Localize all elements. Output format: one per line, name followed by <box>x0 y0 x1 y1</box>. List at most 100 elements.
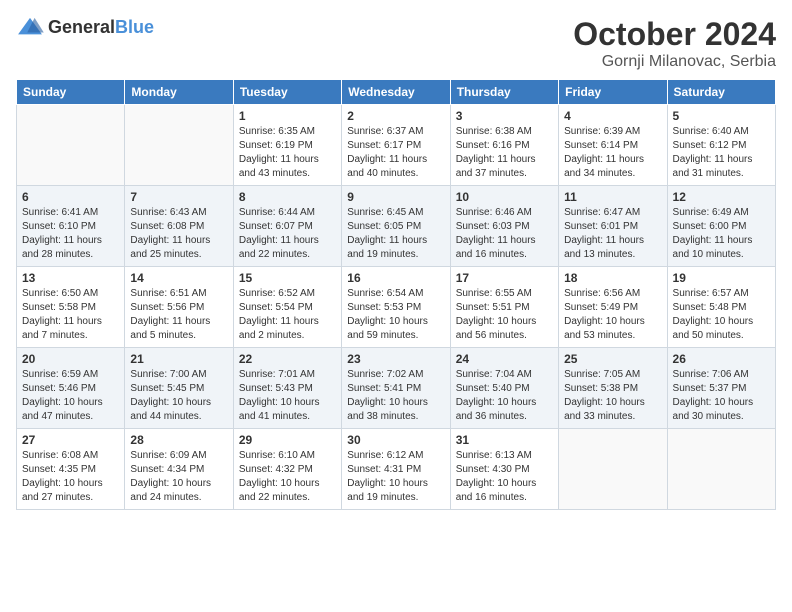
day-number: 6 <box>22 190 119 204</box>
day-content: Sunrise: 6:59 AMSunset: 5:46 PMDaylight:… <box>22 368 119 424</box>
day-content: Sunrise: 6:43 AMSunset: 6:08 PMDaylight:… <box>130 206 227 262</box>
day-number: 13 <box>22 271 119 285</box>
calendar-day-cell: 9 Sunrise: 6:45 AMSunset: 6:05 PMDaylight… <box>342 186 450 267</box>
calendar-day-cell: 23 Sunrise: 7:02 AMSunset: 5:41 PMDayligh… <box>342 348 450 429</box>
calendar-day-cell: 1 Sunrise: 6:35 AMSunset: 6:19 PMDaylight… <box>233 105 341 186</box>
day-number: 29 <box>239 433 336 447</box>
day-number: 15 <box>239 271 336 285</box>
calendar-day-cell <box>667 429 775 510</box>
logo: GeneralBlue <box>16 16 154 38</box>
calendar-day-cell: 21 Sunrise: 7:00 AMSunset: 5:45 PMDayligh… <box>125 348 233 429</box>
day-number: 27 <box>22 433 119 447</box>
calendar-day-cell: 18 Sunrise: 6:56 AMSunset: 5:49 PMDayligh… <box>559 267 667 348</box>
day-content: Sunrise: 7:01 AMSunset: 5:43 PMDaylight:… <box>239 368 336 424</box>
calendar-week-row: 27 Sunrise: 6:08 AMSunset: 4:35 PMDayligh… <box>17 429 776 510</box>
day-number: 8 <box>239 190 336 204</box>
calendar-body: 1 Sunrise: 6:35 AMSunset: 6:19 PMDaylight… <box>17 105 776 510</box>
calendar-day-cell: 24 Sunrise: 7:04 AMSunset: 5:40 PMDayligh… <box>450 348 558 429</box>
day-content: Sunrise: 6:51 AMSunset: 5:56 PMDaylight:… <box>130 287 227 343</box>
day-content: Sunrise: 6:56 AMSunset: 5:49 PMDaylight:… <box>564 287 661 343</box>
day-content: Sunrise: 6:49 AMSunset: 6:00 PMDaylight:… <box>673 206 770 262</box>
location-title: Gornji Milanovac, Serbia <box>573 53 776 71</box>
calendar-week-row: 1 Sunrise: 6:35 AMSunset: 6:19 PMDaylight… <box>17 105 776 186</box>
day-content: Sunrise: 6:44 AMSunset: 6:07 PMDaylight:… <box>239 206 336 262</box>
calendar-day-cell: 17Sunrise: 6:55 AMSunset: 5:51 PMDayligh… <box>450 267 558 348</box>
calendar-day-cell: 14 Sunrise: 6:51 AMSunset: 5:56 PMDayligh… <box>125 267 233 348</box>
calendar-week-row: 13 Sunrise: 6:50 AMSunset: 5:58 PMDayligh… <box>17 267 776 348</box>
day-number: 31 <box>456 433 553 447</box>
day-content: Sunrise: 6:52 AMSunset: 5:54 PMDaylight:… <box>239 287 336 343</box>
day-number: 1 <box>239 109 336 123</box>
day-number: 20 <box>22 352 119 366</box>
calendar-week-row: 20 Sunrise: 6:59 AMSunset: 5:46 PMDayligh… <box>17 348 776 429</box>
day-number: 24 <box>456 352 553 366</box>
day-content: Sunrise: 6:39 AMSunset: 6:14 PMDaylight:… <box>564 125 661 181</box>
day-content: Sunrise: 6:41 AMSunset: 6:10 PMDaylight:… <box>22 206 119 262</box>
calendar-day-cell: 12 Sunrise: 6:49 AMSunset: 6:00 PMDayligh… <box>667 186 775 267</box>
weekday-header-cell: Sunday <box>17 80 125 105</box>
calendar-day-cell: 25 Sunrise: 7:05 AMSunset: 5:38 PMDayligh… <box>559 348 667 429</box>
day-content: Sunrise: 6:35 AMSunset: 6:19 PMDaylight:… <box>239 125 336 181</box>
calendar-day-cell: 31 Sunrise: 6:13 AMSunset: 4:30 PMDayligh… <box>450 429 558 510</box>
weekday-header-cell: Saturday <box>667 80 775 105</box>
day-number: 9 <box>347 190 444 204</box>
day-content: Sunrise: 6:10 AMSunset: 4:32 PMDaylight:… <box>239 449 336 505</box>
calendar-day-cell: 19 Sunrise: 6:57 AMSunset: 5:48 PMDayligh… <box>667 267 775 348</box>
calendar-day-cell: 11 Sunrise: 6:47 AMSunset: 6:01 PMDayligh… <box>559 186 667 267</box>
calendar-day-cell: 30Sunrise: 6:12 AMSunset: 4:31 PMDayligh… <box>342 429 450 510</box>
calendar-day-cell <box>17 105 125 186</box>
day-content: Sunrise: 6:38 AMSunset: 6:16 PMDaylight:… <box>456 125 553 181</box>
calendar-day-cell: 22Sunrise: 7:01 AMSunset: 5:43 PMDayligh… <box>233 348 341 429</box>
weekday-header-cell: Friday <box>559 80 667 105</box>
day-number: 2 <box>347 109 444 123</box>
day-content: Sunrise: 6:40 AMSunset: 6:12 PMDaylight:… <box>673 125 770 181</box>
day-number: 12 <box>673 190 770 204</box>
weekday-header-cell: Thursday <box>450 80 558 105</box>
day-number: 21 <box>130 352 227 366</box>
calendar-day-cell: 20 Sunrise: 6:59 AMSunset: 5:46 PMDayligh… <box>17 348 125 429</box>
day-content: Sunrise: 6:13 AMSunset: 4:30 PMDaylight:… <box>456 449 553 505</box>
day-number: 23 <box>347 352 444 366</box>
day-number: 18 <box>564 271 661 285</box>
day-number: 4 <box>564 109 661 123</box>
day-number: 25 <box>564 352 661 366</box>
calendar-day-cell: 8 Sunrise: 6:44 AMSunset: 6:07 PMDaylight… <box>233 186 341 267</box>
day-content: Sunrise: 6:08 AMSunset: 4:35 PMDaylight:… <box>22 449 119 505</box>
day-number: 16 <box>347 271 444 285</box>
weekday-header-cell: Tuesday <box>233 80 341 105</box>
day-content: Sunrise: 7:02 AMSunset: 5:41 PMDaylight:… <box>347 368 444 424</box>
day-number: 30 <box>347 433 444 447</box>
day-content: Sunrise: 6:50 AMSunset: 5:58 PMDaylight:… <box>22 287 119 343</box>
day-content: Sunrise: 7:00 AMSunset: 5:45 PMDaylight:… <box>130 368 227 424</box>
day-content: Sunrise: 6:55 AMSunset: 5:51 PMDaylight:… <box>456 287 553 343</box>
calendar-day-cell: 4 Sunrise: 6:39 AMSunset: 6:14 PMDaylight… <box>559 105 667 186</box>
calendar-day-cell: 28Sunrise: 6:09 AMSunset: 4:34 PMDayligh… <box>125 429 233 510</box>
day-number: 19 <box>673 271 770 285</box>
calendar-day-cell: 26Sunrise: 7:06 AMSunset: 5:37 PMDayligh… <box>667 348 775 429</box>
calendar-day-cell <box>559 429 667 510</box>
day-number: 10 <box>456 190 553 204</box>
weekday-header-row: SundayMondayTuesdayWednesdayThursdayFrid… <box>17 80 776 105</box>
day-number: 14 <box>130 271 227 285</box>
day-number: 7 <box>130 190 227 204</box>
page-header: GeneralBlue October 2024 Gornji Milanova… <box>16 16 776 71</box>
day-content: Sunrise: 7:05 AMSunset: 5:38 PMDaylight:… <box>564 368 661 424</box>
calendar-day-cell: 10 Sunrise: 6:46 AMSunset: 6:03 PMDayligh… <box>450 186 558 267</box>
day-number: 5 <box>673 109 770 123</box>
day-content: Sunrise: 6:57 AMSunset: 5:48 PMDaylight:… <box>673 287 770 343</box>
calendar-table: SundayMondayTuesdayWednesdayThursdayFrid… <box>16 79 776 510</box>
day-content: Sunrise: 6:37 AMSunset: 6:17 PMDaylight:… <box>347 125 444 181</box>
calendar-week-row: 6 Sunrise: 6:41 AMSunset: 6:10 PMDaylight… <box>17 186 776 267</box>
day-content: Sunrise: 7:06 AMSunset: 5:37 PMDaylight:… <box>673 368 770 424</box>
day-number: 11 <box>564 190 661 204</box>
calendar-day-cell: 16 Sunrise: 6:54 AMSunset: 5:53 PMDayligh… <box>342 267 450 348</box>
day-content: Sunrise: 6:54 AMSunset: 5:53 PMDaylight:… <box>347 287 444 343</box>
weekday-header-cell: Monday <box>125 80 233 105</box>
day-content: Sunrise: 6:47 AMSunset: 6:01 PMDaylight:… <box>564 206 661 262</box>
day-content: Sunrise: 6:46 AMSunset: 6:03 PMDaylight:… <box>456 206 553 262</box>
day-content: Sunrise: 7:04 AMSunset: 5:40 PMDaylight:… <box>456 368 553 424</box>
day-content: Sunrise: 6:45 AMSunset: 6:05 PMDaylight:… <box>347 206 444 262</box>
calendar-day-cell: 13 Sunrise: 6:50 AMSunset: 5:58 PMDayligh… <box>17 267 125 348</box>
logo-text-general: General <box>48 17 115 37</box>
title-block: October 2024 Gornji Milanovac, Serbia <box>573 16 776 71</box>
